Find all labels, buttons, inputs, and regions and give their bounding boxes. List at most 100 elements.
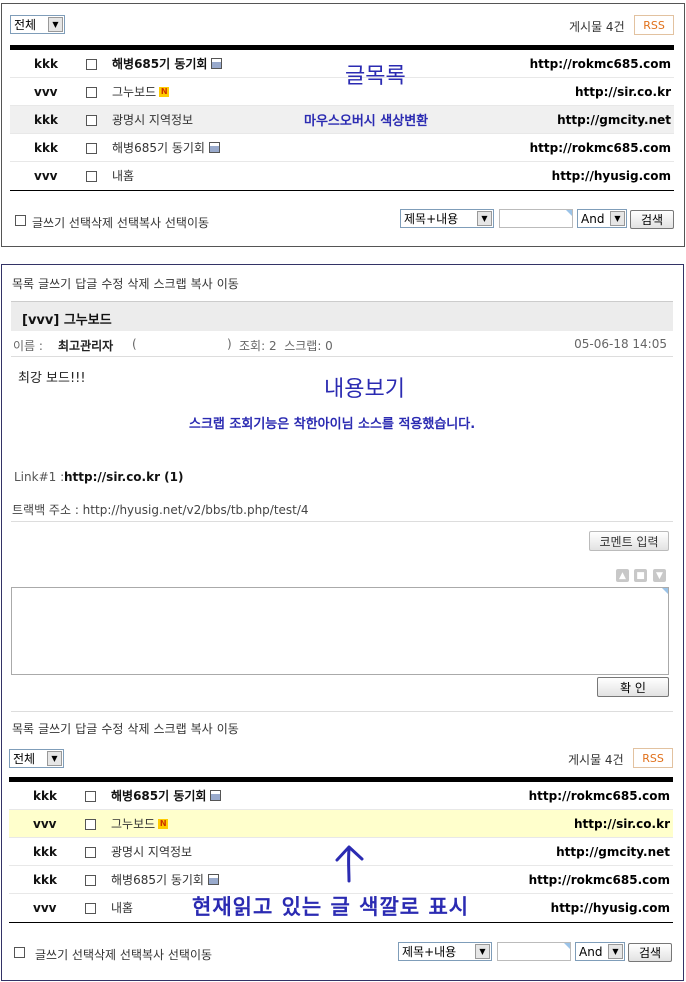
nav-reply[interactable]: 답글 bbox=[75, 722, 97, 736]
search-field-select[interactable]: 제목+내용 ▼ bbox=[398, 942, 492, 961]
row-author: vvv bbox=[33, 900, 57, 915]
row-checkbox[interactable] bbox=[86, 59, 97, 70]
row-url[interactable]: http://hyusig.com bbox=[552, 162, 671, 189]
nav-delete[interactable]: 삭제 bbox=[127, 722, 149, 736]
row-url[interactable]: http://rokmc685.com bbox=[529, 782, 670, 809]
square-icon[interactable]: ■ bbox=[634, 569, 647, 582]
rss-button[interactable]: RSS bbox=[634, 15, 674, 35]
category-value: 전체 bbox=[13, 752, 36, 766]
arrow-up-icon[interactable]: ▲ bbox=[616, 569, 629, 582]
post-count: 게시물 4건 bbox=[569, 20, 625, 34]
row-subject[interactable]: 내홈 bbox=[111, 894, 133, 921]
list-annotation: 글목록 bbox=[345, 64, 406, 89]
category-select[interactable]: 전체 ▼ bbox=[10, 15, 65, 34]
nav-list[interactable]: 목록 bbox=[12, 277, 34, 291]
row-subject[interactable]: 내홈 bbox=[112, 162, 134, 189]
author-paren-open: ( bbox=[132, 337, 137, 351]
view-annotation: 내용보기 bbox=[324, 377, 405, 402]
search-field-select[interactable]: 제목+내용 ▼ bbox=[400, 209, 494, 228]
table-row[interactable]: vvv 그누보드 N http://sir.co.kr bbox=[10, 78, 674, 106]
row-subject[interactable]: 해병685기 동기회 bbox=[112, 50, 223, 77]
file-icon bbox=[207, 874, 219, 885]
nav-edit[interactable]: 수정 bbox=[101, 722, 123, 736]
table-row[interactable]: kkk 해병685기 동기회 http://rokmc685.com bbox=[10, 50, 674, 78]
row-subject[interactable]: 그누보드 N bbox=[111, 810, 169, 837]
nav-scrap[interactable]: 스크랩 bbox=[154, 722, 187, 736]
nav-scrap[interactable]: 스크랩 bbox=[154, 277, 187, 291]
table-row-current[interactable]: vvv 그누보드 N http://sir.co.kr bbox=[9, 810, 673, 838]
row-checkbox[interactable] bbox=[85, 875, 96, 886]
chevron-down-icon: ▼ bbox=[608, 944, 623, 959]
link-value[interactable]: http://sir.co.kr (1) bbox=[64, 470, 184, 484]
divider bbox=[11, 521, 673, 522]
file-icon bbox=[211, 58, 223, 69]
search-button[interactable]: 검색 bbox=[628, 943, 672, 962]
chevron-down-icon: ▼ bbox=[47, 751, 62, 766]
row-subject[interactable]: 그누보드 N bbox=[112, 78, 170, 105]
select-all-checkbox[interactable] bbox=[14, 947, 25, 958]
chevron-down-icon: ▼ bbox=[48, 17, 63, 32]
nav-copy[interactable]: 복사 bbox=[191, 277, 213, 291]
row-url[interactable]: http://gmcity.net bbox=[556, 838, 670, 865]
row-author: vvv bbox=[34, 84, 58, 99]
row-checkbox[interactable] bbox=[85, 791, 96, 802]
category-select[interactable]: 전체 ▼ bbox=[9, 749, 64, 768]
row-url[interactable]: http://rokmc685.com bbox=[530, 134, 671, 161]
row-url[interactable]: http://sir.co.kr bbox=[575, 78, 671, 105]
search-operator-select[interactable]: And ▼ bbox=[577, 209, 627, 228]
search-operator-select[interactable]: And ▼ bbox=[575, 942, 625, 961]
row-author: kkk bbox=[34, 56, 58, 71]
search-field-value: 제목+내용 bbox=[404, 212, 459, 226]
row-checkbox[interactable] bbox=[85, 819, 96, 830]
comment-confirm-button[interactable]: 확 인 bbox=[597, 677, 669, 697]
chevron-down-icon: ▼ bbox=[610, 211, 625, 226]
select-all-checkbox[interactable] bbox=[15, 215, 26, 226]
post-meta-bar: 이름 : 최고관리자 ( ) 조회: 2 스크랩: 0 05-06-18 14:… bbox=[11, 331, 673, 357]
rss-button[interactable]: RSS bbox=[633, 748, 673, 768]
nav-write[interactable]: 글쓰기 bbox=[38, 277, 71, 291]
table-row[interactable]: kkk 해병685기 동기회 http://rokmc685.com bbox=[10, 134, 674, 162]
chevron-down-icon: ▼ bbox=[475, 944, 490, 959]
row-author: kkk bbox=[33, 872, 57, 887]
row-url[interactable]: http://rokmc685.com bbox=[530, 50, 671, 77]
nav-list[interactable]: 목록 bbox=[12, 722, 34, 736]
nav-write[interactable]: 글쓰기 bbox=[38, 722, 71, 736]
search-input[interactable] bbox=[499, 209, 573, 228]
row-checkbox[interactable] bbox=[85, 847, 96, 858]
author-name[interactable]: 최고관리자 bbox=[58, 337, 113, 354]
search-button[interactable]: 검색 bbox=[630, 210, 674, 229]
nav-delete[interactable]: 삭제 bbox=[127, 277, 149, 291]
table-row[interactable]: vvv 내홈 http://hyusig.com bbox=[10, 162, 674, 190]
row-checkbox[interactable] bbox=[86, 115, 97, 126]
row-subject[interactable]: 광명시 지역정보 bbox=[112, 106, 193, 133]
bulk-actions[interactable]: 글쓰기 선택삭제 선택복사 선택이동 bbox=[32, 214, 209, 231]
scrap-annotation: 스크랩 조회기능은 착한아이님 소스를 적용했습니다. bbox=[189, 417, 476, 432]
row-subject[interactable]: 해병685기 동기회 bbox=[111, 866, 219, 893]
current-annotation: 현재읽고 있는 글 색깔로 표시 bbox=[192, 895, 470, 919]
table-row[interactable]: kkk 해병685기 동기회 http://rokmc685.com bbox=[9, 782, 673, 810]
row-subject[interactable]: 해병685기 동기회 bbox=[112, 134, 220, 161]
nav-copy[interactable]: 복사 bbox=[191, 722, 213, 736]
link-label: Link#1 : bbox=[14, 470, 65, 484]
row-url[interactable]: http://hyusig.com bbox=[551, 894, 670, 921]
arrow-down-icon[interactable]: ▼ bbox=[653, 569, 666, 582]
row-checkbox[interactable] bbox=[85, 903, 96, 914]
nav-move[interactable]: 이동 bbox=[217, 722, 239, 736]
nav-move[interactable]: 이동 bbox=[217, 277, 239, 291]
comment-write-button[interactable]: 코멘트 입력 bbox=[589, 531, 669, 551]
nav-edit[interactable]: 수정 bbox=[101, 277, 123, 291]
row-checkbox[interactable] bbox=[86, 87, 97, 98]
row-checkbox[interactable] bbox=[86, 171, 97, 182]
nav-reply[interactable]: 답글 bbox=[75, 277, 97, 291]
comment-textarea[interactable] bbox=[11, 587, 669, 675]
search-field-value: 제목+내용 bbox=[402, 945, 457, 959]
row-subject[interactable]: 광명시 지역정보 bbox=[111, 838, 192, 865]
row-url[interactable]: http://sir.co.kr bbox=[574, 810, 670, 837]
search-input[interactable] bbox=[497, 942, 571, 961]
row-url[interactable]: http://gmcity.net bbox=[557, 106, 671, 133]
row-url[interactable]: http://rokmc685.com bbox=[529, 866, 670, 893]
bulk-actions[interactable]: 글쓰기 선택삭제 선택복사 선택이동 bbox=[35, 946, 212, 963]
row-subject[interactable]: 해병685기 동기회 bbox=[111, 782, 222, 809]
row-author: vvv bbox=[33, 816, 57, 831]
row-checkbox[interactable] bbox=[86, 143, 97, 154]
